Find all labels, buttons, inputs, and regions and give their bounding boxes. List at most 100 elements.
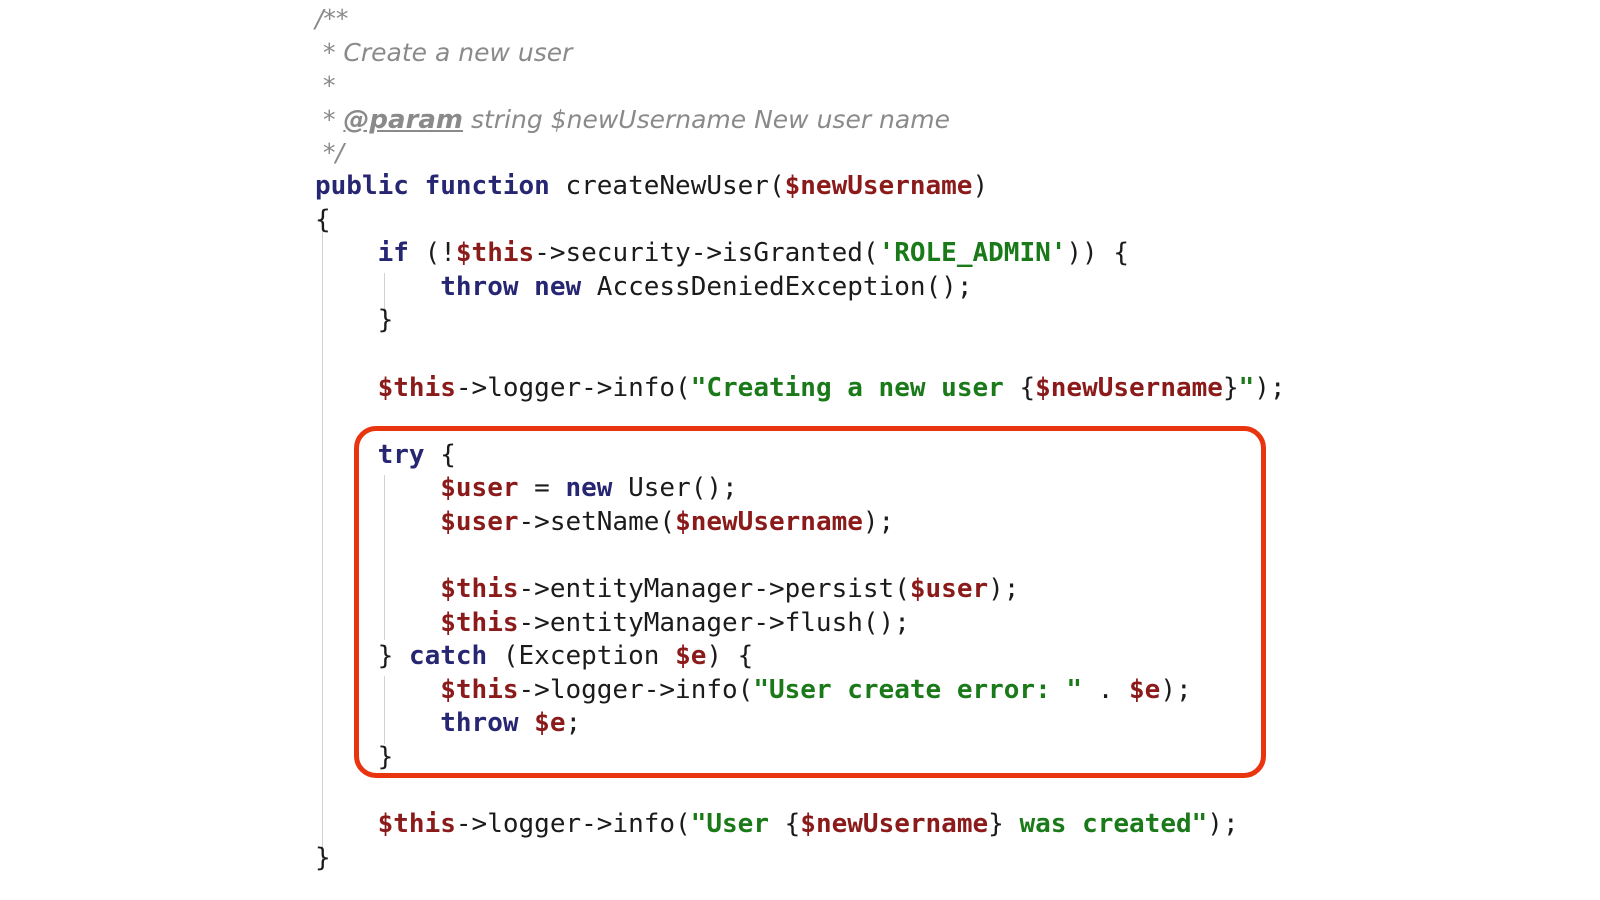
code-token-kw: public	[315, 170, 409, 201]
code-token-str: "Creating a new user	[690, 372, 1020, 403]
code-token-pln: ->logger->info(	[518, 674, 754, 705]
code-line: if (!$this->security->isGranted('ROLE_AD…	[315, 237, 1585, 271]
code-token-kw: function	[424, 170, 550, 201]
code-token-pln: ->security->isGranted(	[534, 238, 879, 269]
code-token-cmt: *	[315, 71, 336, 101]
code-token-pln	[519, 708, 535, 738]
code-token-pln: );	[862, 506, 895, 537]
code-token-var: $e	[1129, 674, 1161, 705]
code-line: }	[315, 304, 1585, 338]
code-token-kw: if	[377, 238, 409, 269]
code-token-cmt: /**	[315, 4, 349, 33]
code-token-pln: ->entityManager->persist(	[518, 574, 910, 605]
code-token-pln: );	[1160, 674, 1192, 705]
code-token-pln: {	[424, 439, 456, 470]
code-token-pln: );	[1254, 372, 1286, 403]
code-token-kw: throw	[440, 708, 519, 739]
code-token-pln: }	[377, 641, 409, 672]
code-token-kw: new	[534, 271, 582, 302]
code-editor-screenshot: /** * Create a new user * * @param strin…	[0, 0, 1600, 900]
code-token-var: $this	[440, 607, 519, 638]
code-line: * @param string $newUsername New user na…	[315, 103, 1585, 137]
code-line: } catch (Exception $e) {	[315, 640, 1585, 674]
code-token-pln: =	[518, 473, 566, 504]
code-token-var: $user	[440, 473, 519, 504]
code-line: $user = new User();	[315, 472, 1585, 506]
code-token-str: "	[1238, 372, 1255, 403]
code-token-cmt: *	[315, 104, 344, 134]
code-token-cmt-tag: @param	[343, 104, 464, 135]
code-token-pln: {	[784, 809, 801, 840]
code-token-var: $newUsername	[800, 809, 989, 840]
code-token-var: $user	[440, 506, 519, 537]
code-token-pln: {	[315, 204, 331, 235]
code-token-var: $newUsername	[675, 506, 863, 537]
code-line: throw $e;	[315, 707, 1585, 741]
code-token-pln: ) {	[706, 641, 754, 672]
code-token-pln	[519, 272, 535, 302]
code-token-kw: new	[565, 473, 613, 504]
code-token-var: $this	[377, 372, 456, 403]
code-line: try {	[315, 439, 1585, 473]
code-token-var: $this	[440, 674, 519, 705]
code-token-str: "User create error: "	[753, 674, 1083, 705]
code-token-pln: ->logger->info(	[455, 809, 691, 840]
code-token-var: $e	[675, 641, 707, 672]
code-line: /**	[315, 2, 1585, 36]
code-token-kw: try	[377, 439, 425, 470]
code-token-cmt: string $newUsername New user name	[463, 104, 950, 134]
code-line: }	[315, 842, 1585, 876]
code-line: throw new AccessDeniedException();	[315, 271, 1585, 305]
code-token-var: $newUsername	[1035, 372, 1223, 403]
code-token-str: was created"	[1003, 809, 1208, 840]
code-token-pln: }	[315, 842, 331, 873]
code-token-pln: ->entityManager->flush();	[518, 607, 910, 638]
code-token-pln: )	[972, 170, 989, 201]
code-token-var: $user	[909, 574, 989, 605]
code-token-var: $this	[455, 238, 535, 269]
code-token-pln: .	[1082, 674, 1130, 705]
code-token-pln: }	[1222, 372, 1239, 403]
code-token-pln	[409, 171, 425, 201]
code-token-pln: ->logger->info(	[455, 372, 691, 403]
code-line: }	[315, 741, 1585, 775]
code-token-pln: )) {	[1066, 238, 1130, 269]
code-line: *	[315, 69, 1585, 103]
code-line: public function createNewUser($newUserna…	[315, 170, 1585, 204]
code-line: $this->logger->info("User {$newUsername}…	[315, 808, 1585, 842]
code-line: * Create a new user	[315, 36, 1585, 70]
code-token-pln: (Exception	[487, 641, 676, 672]
code-line: {	[315, 204, 1585, 238]
code-token-var: $this	[440, 574, 519, 605]
code-token-pln: );	[1207, 809, 1239, 840]
code-token-cmt: */	[315, 138, 344, 168]
code-line: */	[315, 136, 1585, 170]
code-token-pln: }	[377, 305, 394, 336]
code-token-pln: ->setName(	[518, 506, 676, 537]
code-line: $this->entityManager->flush();	[315, 607, 1585, 641]
code-line: $this->logger->info("User create error: …	[315, 674, 1585, 708]
code-block[interactable]: /** * Create a new user * * @param strin…	[315, 2, 1585, 875]
code-token-pln: }	[377, 742, 394, 773]
code-token-str: 'ROLE_ADMIN'	[878, 238, 1067, 269]
code-token-var: $newUsername	[784, 170, 973, 201]
code-token-pln: {	[1019, 372, 1036, 403]
code-token-pln: }	[988, 809, 1004, 840]
code-token-var: $this	[377, 809, 456, 840]
